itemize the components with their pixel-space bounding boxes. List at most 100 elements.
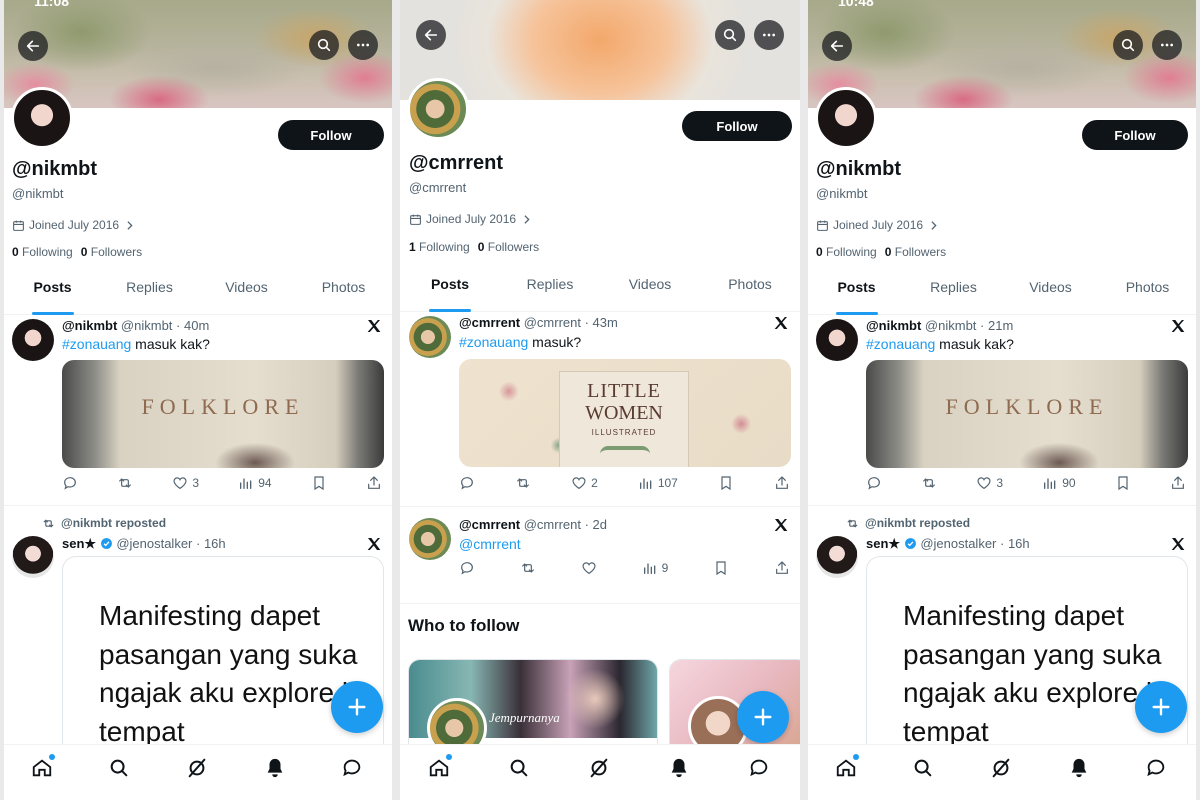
nav-explore[interactable] — [108, 757, 132, 781]
follow-button[interactable]: Follow — [278, 120, 384, 150]
arrow-left-icon — [830, 40, 844, 52]
post-avatar[interactable] — [12, 536, 54, 578]
nav-messages[interactable] — [748, 757, 772, 781]
profile-avatar[interactable] — [407, 78, 469, 140]
like-icon — [572, 477, 586, 490]
following-link[interactable]: 1 Following — [409, 240, 470, 254]
profile-avatar[interactable] — [815, 87, 877, 149]
followers-link[interactable]: 0 Followers — [81, 245, 142, 259]
follow-button[interactable]: Follow — [682, 111, 792, 141]
back-button[interactable] — [18, 31, 48, 61]
post[interactable]: @nikmbt @nikmbt · 40m #zonauang masuk ka… — [4, 308, 392, 506]
tab-label: Posts — [430, 276, 470, 292]
post-media[interactable]: LITTLE WOMEN ILLUSTRATED — [459, 359, 791, 467]
post-avatar[interactable] — [816, 319, 858, 361]
post-author[interactable]: sen★ — [866, 536, 900, 551]
followers-link[interactable]: 0 Followers — [478, 240, 539, 254]
calendar-icon — [817, 220, 828, 231]
following-link[interactable]: 0 Following — [12, 245, 73, 259]
post-author[interactable]: @nikmbt — [866, 318, 921, 333]
joined-date[interactable]: Joined July 2016 — [816, 218, 940, 232]
nav-home[interactable] — [835, 754, 859, 781]
views-button[interactable]: 9 — [642, 560, 668, 576]
post-avatar[interactable] — [409, 316, 451, 358]
like-button[interactable] — [581, 560, 597, 576]
nav-messages[interactable] — [1145, 757, 1169, 781]
nav-messages[interactable] — [341, 757, 365, 781]
reply-button[interactable] — [459, 475, 475, 491]
like-button[interactable]: 2 — [571, 475, 598, 491]
following-link[interactable]: 0 Following — [816, 245, 877, 259]
nav-notifications[interactable] — [1068, 757, 1092, 781]
like-button[interactable]: 3 — [172, 475, 199, 491]
search-button[interactable] — [309, 30, 339, 60]
compose-button[interactable] — [331, 681, 383, 733]
repost-button[interactable] — [520, 560, 536, 576]
reply-button[interactable] — [459, 560, 475, 576]
repost-indicator: @nikmbt reposted — [42, 516, 166, 530]
post-avatar[interactable] — [12, 319, 54, 361]
bookmark-button[interactable] — [713, 560, 729, 576]
bookmark-button[interactable] — [1115, 475, 1131, 491]
share-button[interactable] — [774, 560, 790, 576]
share-button[interactable] — [366, 475, 382, 491]
nav-notifications[interactable] — [668, 757, 692, 781]
repost-button[interactable] — [921, 475, 937, 491]
share-button[interactable] — [1170, 475, 1186, 491]
post-media[interactable]: FOLKLORE — [62, 360, 384, 468]
post-avatar[interactable] — [816, 536, 858, 578]
bookmark-button[interactable] — [311, 475, 327, 491]
like-button[interactable]: 3 — [976, 475, 1003, 491]
post-avatar[interactable] — [409, 518, 451, 560]
hashtag-link[interactable]: #zonauang — [459, 334, 528, 350]
grok-icon — [590, 758, 608, 778]
post[interactable]: @nikmbt @nikmbt · 21m #zonauang masuk ka… — [808, 308, 1196, 506]
bookmark-button[interactable] — [718, 475, 734, 491]
post-author[interactable]: sen★ — [62, 536, 96, 551]
post[interactable]: @cmrrent @cmrrent · 2d @cmrrent 9 — [400, 507, 800, 603]
post-author[interactable]: @cmrrent — [459, 315, 520, 330]
post-author[interactable]: @cmrrent — [459, 517, 520, 532]
post-media[interactable]: FOLKLORE — [866, 360, 1188, 468]
reply-button[interactable] — [62, 475, 78, 491]
joined-date[interactable]: Joined July 2016 — [409, 212, 533, 226]
nav-home[interactable] — [428, 754, 452, 781]
share-icon — [776, 476, 788, 489]
search-button[interactable] — [715, 20, 745, 50]
nav-grok[interactable] — [990, 757, 1014, 781]
back-button[interactable] — [822, 31, 852, 61]
more-button[interactable] — [1152, 30, 1182, 60]
back-button[interactable] — [416, 20, 446, 50]
repost-button[interactable] — [515, 475, 531, 491]
follow-button[interactable]: Follow — [1082, 120, 1188, 150]
mention-link[interactable]: @cmrrent — [459, 536, 521, 552]
more-button[interactable] — [754, 20, 784, 50]
nav-explore[interactable] — [508, 757, 532, 781]
share-button[interactable] — [774, 475, 790, 491]
tab-label: Videos — [1029, 279, 1072, 295]
views-button[interactable]: 90 — [1042, 475, 1076, 491]
hashtag-link[interactable]: #zonauang — [62, 336, 131, 352]
views-button[interactable]: 94 — [238, 475, 272, 491]
post-body: masuk kak? — [935, 336, 1014, 352]
followers-link[interactable]: 0 Followers — [885, 245, 946, 259]
nav-grok[interactable] — [186, 757, 210, 781]
joined-date[interactable]: Joined July 2016 — [12, 218, 136, 232]
nav-grok[interactable] — [588, 757, 612, 781]
post-author[interactable]: @nikmbt — [62, 318, 117, 333]
views-button[interactable]: 107 — [638, 475, 678, 491]
repost-button[interactable] — [117, 475, 133, 491]
post[interactable]: @cmrrent @cmrrent · 43m #zonauang masuk?… — [400, 305, 800, 505]
share-icon — [776, 561, 788, 574]
compose-button[interactable] — [737, 691, 789, 743]
bookmark-icon — [1118, 476, 1128, 491]
nav-home[interactable] — [31, 754, 55, 781]
search-button[interactable] — [1113, 30, 1143, 60]
more-button[interactable] — [348, 30, 378, 60]
profile-avatar[interactable] — [11, 87, 73, 149]
nav-notifications[interactable] — [264, 757, 288, 781]
hashtag-link[interactable]: #zonauang — [866, 336, 935, 352]
compose-button[interactable] — [1135, 681, 1187, 733]
nav-explore[interactable] — [912, 757, 936, 781]
reply-button[interactable] — [866, 475, 882, 491]
